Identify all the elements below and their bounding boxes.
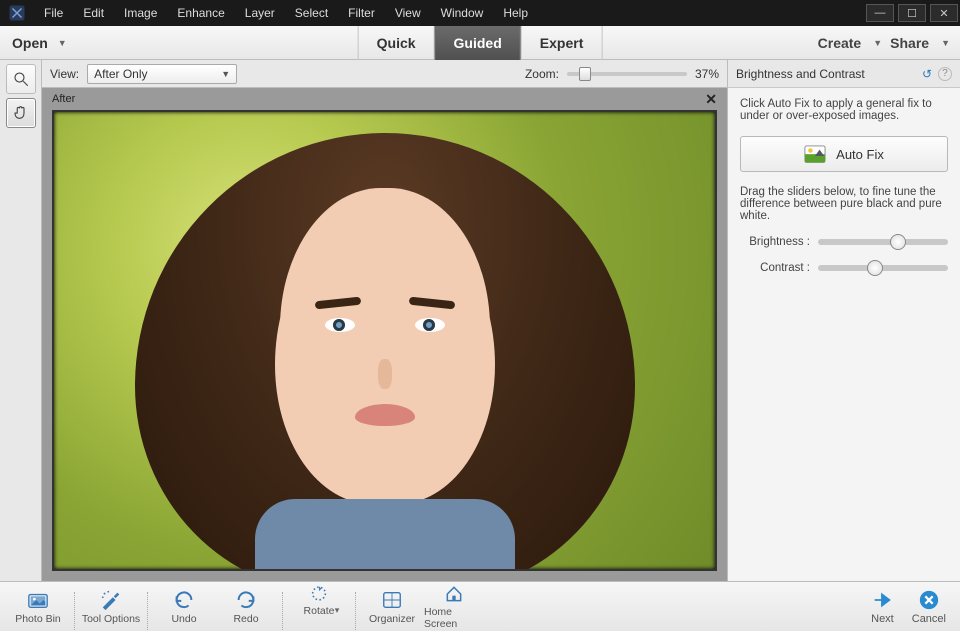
- mode-bar: Open ▼ Quick Guided Expert Create ▼ Shar…: [0, 26, 960, 60]
- redo-label: Redo: [233, 613, 258, 625]
- tool-options-button[interactable]: Tool Options: [81, 584, 141, 630]
- canvas-area: View: After Only ▼ Zoom: 37% After ✕: [42, 60, 728, 581]
- view-label: View:: [50, 67, 79, 81]
- hand-tool-button[interactable]: [6, 98, 36, 128]
- brightness-label: Brightness :: [740, 236, 810, 248]
- home-label: Home Screen: [424, 606, 484, 630]
- reset-icon[interactable]: ↺: [922, 67, 932, 81]
- contrast-slider-thumb[interactable]: [867, 260, 883, 276]
- next-arrow-icon: [871, 589, 893, 611]
- slider-hint: Drag the sliders below, to fine tune the…: [740, 186, 948, 222]
- zoom-tool-button[interactable]: [6, 64, 36, 94]
- auto-fix-label: Auto Fix: [836, 147, 884, 162]
- tool-options-label: Tool Options: [82, 613, 140, 625]
- cancel-label: Cancel: [912, 613, 946, 625]
- right-panel: Brightness and Contrast ↺ ? Click Auto F…: [728, 60, 960, 581]
- brightness-slider[interactable]: [818, 239, 948, 245]
- menu-file[interactable]: File: [36, 2, 71, 24]
- tab-quick[interactable]: Quick: [358, 26, 435, 60]
- contrast-label: Contrast :: [740, 262, 810, 274]
- rotate-caret-icon[interactable]: ▾: [331, 605, 340, 616]
- zoom-percent: 37%: [695, 67, 719, 81]
- zoom-slider[interactable]: [567, 72, 687, 76]
- zoom-slider-thumb[interactable]: [579, 67, 591, 81]
- tab-guided[interactable]: Guided: [435, 26, 521, 60]
- open-button[interactable]: Open: [12, 35, 48, 51]
- menu-image[interactable]: Image: [116, 2, 165, 24]
- zoom-label: Zoom:: [525, 67, 559, 81]
- share-caret-icon[interactable]: ▼: [937, 38, 950, 48]
- home-screen-button[interactable]: Home Screen: [424, 584, 484, 630]
- share-button[interactable]: Share: [890, 35, 929, 51]
- cancel-button[interactable]: Cancel: [912, 589, 946, 625]
- redo-icon: [235, 589, 257, 611]
- menu-edit[interactable]: Edit: [75, 2, 112, 24]
- tool-options-icon: [100, 589, 122, 611]
- undo-icon: [173, 589, 195, 611]
- help-icon[interactable]: ?: [938, 67, 952, 81]
- divider: [74, 592, 75, 630]
- organizer-label: Organizer: [369, 613, 415, 625]
- next-label: Next: [871, 613, 894, 625]
- tab-expert[interactable]: Expert: [521, 26, 603, 60]
- autofix-icon: [804, 145, 826, 163]
- divider: [282, 592, 283, 630]
- window-close-button[interactable]: ✕: [930, 4, 958, 22]
- bottom-bar: Photo Bin Tool Options Undo Redo Rotate …: [0, 581, 960, 631]
- window-minimize-button[interactable]: —: [866, 4, 894, 22]
- menubar: File Edit Image Enhance Layer Select Fil…: [0, 0, 960, 26]
- redo-button[interactable]: Redo: [216, 584, 276, 630]
- panel-title-bar: Brightness and Contrast ↺ ?: [728, 60, 960, 88]
- create-caret-icon[interactable]: ▼: [869, 38, 882, 48]
- organizer-button[interactable]: Organizer: [362, 584, 422, 630]
- menu-filter[interactable]: Filter: [340, 2, 383, 24]
- view-bar: View: After Only ▼ Zoom: 37%: [42, 60, 727, 88]
- menu-enhance[interactable]: Enhance: [169, 2, 232, 24]
- image-header: After ✕: [42, 88, 727, 110]
- organizer-icon: [381, 589, 403, 611]
- contrast-slider[interactable]: [818, 265, 948, 271]
- brightness-slider-thumb[interactable]: [890, 234, 906, 250]
- tool-strip: [0, 60, 42, 581]
- auto-fix-button[interactable]: Auto Fix: [740, 136, 948, 172]
- image-header-label: After: [52, 93, 75, 105]
- divider: [355, 592, 356, 630]
- menu-layer[interactable]: Layer: [237, 2, 283, 24]
- photo-bin-label: Photo Bin: [15, 613, 61, 625]
- next-button[interactable]: Next: [871, 589, 894, 625]
- open-dropdown-caret-icon[interactable]: ▼: [54, 38, 67, 48]
- image-close-button[interactable]: ✕: [705, 91, 717, 108]
- menu-window[interactable]: Window: [433, 2, 492, 24]
- panel-title: Brightness and Contrast: [736, 67, 865, 81]
- menu-select[interactable]: Select: [287, 2, 336, 24]
- divider: [147, 592, 148, 630]
- rotate-icon: [308, 584, 330, 603]
- cancel-icon: [918, 589, 940, 611]
- undo-label: Undo: [171, 613, 196, 625]
- hand-icon: [12, 104, 30, 122]
- menu-help[interactable]: Help: [495, 2, 536, 24]
- window-maximize-button[interactable]: ☐: [898, 4, 926, 22]
- home-icon: [443, 584, 465, 604]
- view-mode-dropdown[interactable]: After Only ▼: [87, 64, 237, 84]
- photo-bin-icon: [27, 589, 49, 611]
- view-mode-value: After Only: [94, 67, 147, 81]
- autofix-hint: Click Auto Fix to apply a general fix to…: [740, 98, 948, 122]
- rotate-button[interactable]: Rotate ▾: [289, 584, 349, 630]
- dropdown-caret-icon: ▼: [221, 69, 230, 79]
- photo-bin-button[interactable]: Photo Bin: [8, 584, 68, 630]
- magnifier-icon: [12, 70, 30, 88]
- menu-view[interactable]: View: [387, 2, 429, 24]
- undo-button[interactable]: Undo: [154, 584, 214, 630]
- create-button[interactable]: Create: [818, 35, 862, 51]
- photo-canvas[interactable]: [52, 110, 717, 571]
- app-logo-icon: [4, 0, 30, 26]
